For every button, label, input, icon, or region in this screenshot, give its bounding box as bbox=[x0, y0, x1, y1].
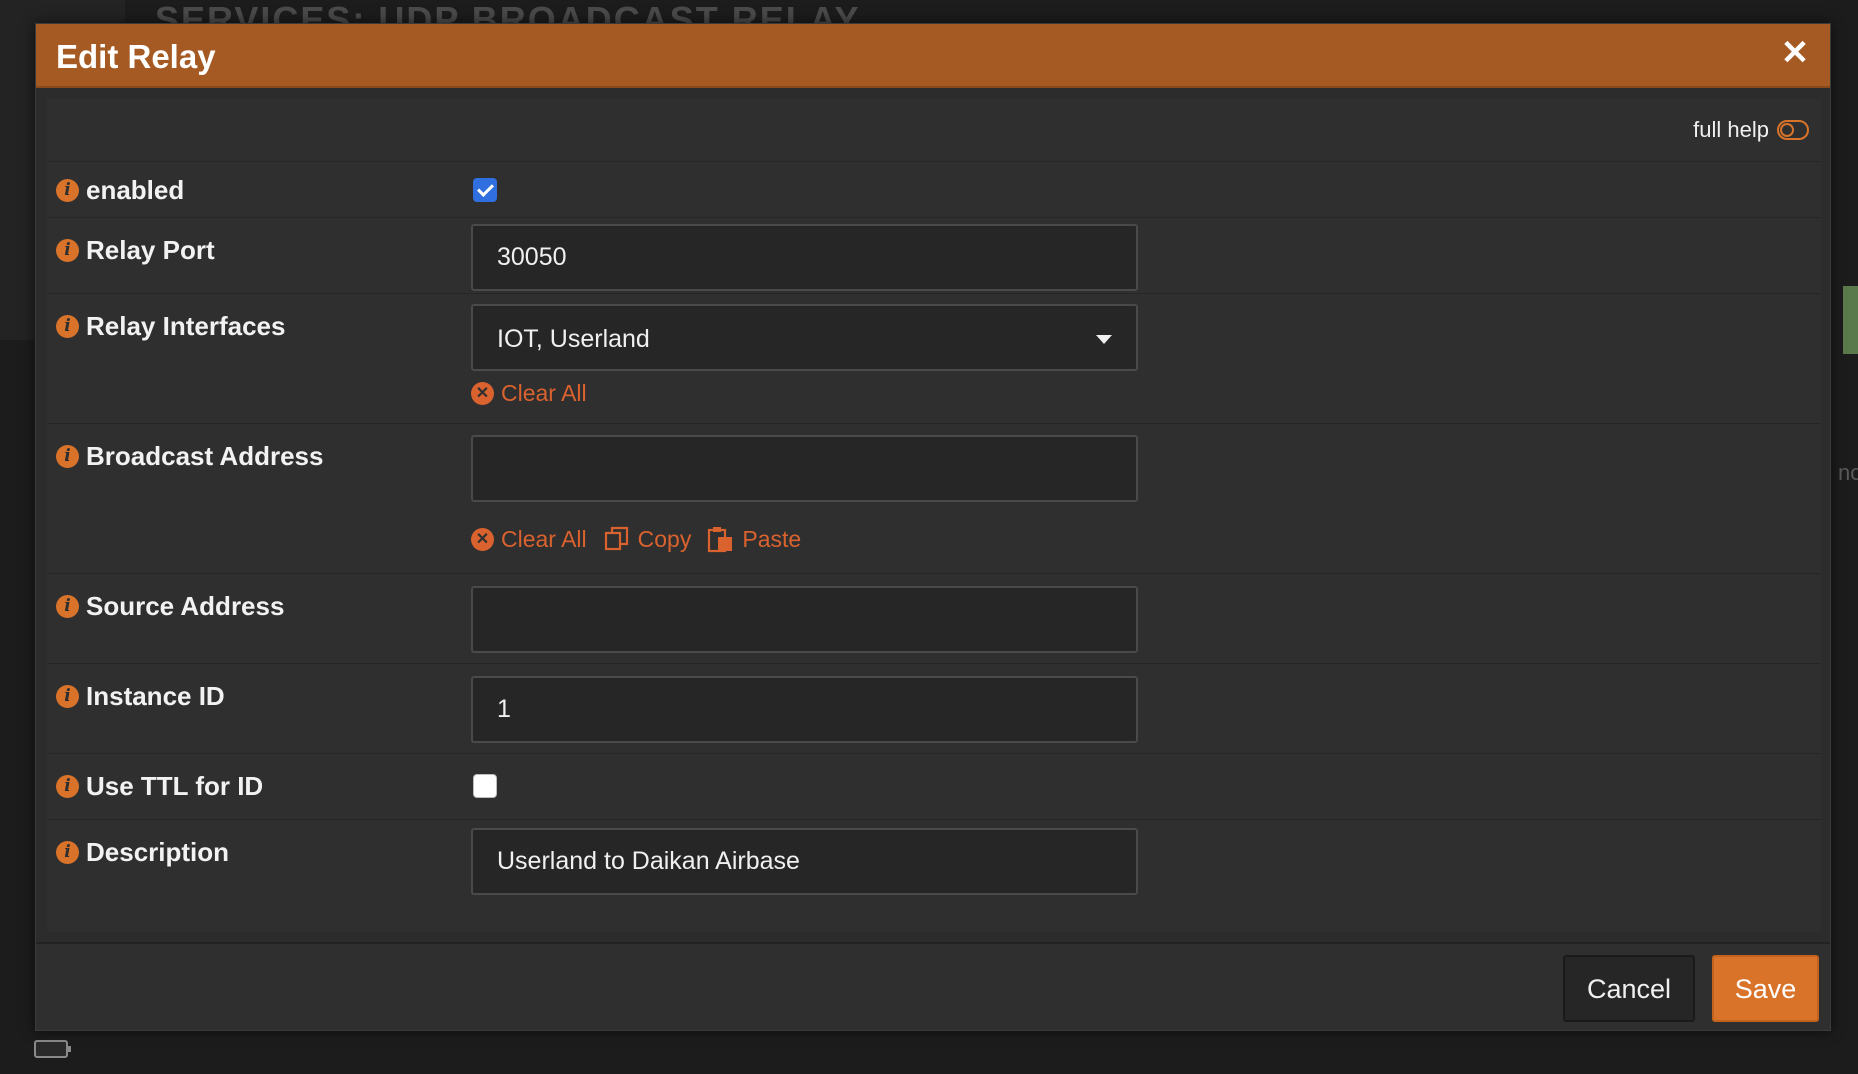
help-row: full help bbox=[47, 99, 1821, 162]
description-input[interactable] bbox=[471, 828, 1138, 895]
broadcast-address-actions: ✕ Clear All Copy Paste bbox=[471, 525, 801, 553]
field-label-group: i Relay Port bbox=[56, 235, 215, 265]
use-ttl-checkbox[interactable] bbox=[473, 774, 497, 798]
field-row-use-ttl: i Use TTL for ID bbox=[47, 754, 1821, 820]
paste-icon bbox=[708, 527, 733, 553]
broadcast-clear-all[interactable]: ✕ Clear All bbox=[471, 526, 587, 553]
broadcast-address-input[interactable] bbox=[471, 435, 1138, 502]
edit-relay-dialog: Edit Relay ✕ full help i enabled i Relay… bbox=[35, 23, 1831, 1031]
background-side-text: no bbox=[1838, 460, 1858, 485]
battery-icon bbox=[34, 1040, 71, 1058]
instance-id-input[interactable] bbox=[471, 676, 1138, 743]
toggle-icon[interactable] bbox=[1777, 120, 1809, 140]
full-help-toggle[interactable]: full help bbox=[1693, 117, 1809, 143]
info-icon[interactable]: i bbox=[56, 444, 79, 468]
field-label-group: i Source Address bbox=[56, 591, 284, 621]
field-row-relay-interfaces: i Relay Interfaces IOT, Userland ✕ Clear… bbox=[47, 294, 1821, 424]
relay-interfaces-select[interactable]: IOT, Userland bbox=[471, 304, 1138, 371]
relay-interfaces-clear-all[interactable]: ✕ Clear All bbox=[471, 380, 587, 407]
cancel-button[interactable]: Cancel bbox=[1563, 955, 1695, 1022]
field-label-group: i Broadcast Address bbox=[56, 441, 323, 471]
broadcast-address-label: Broadcast Address bbox=[86, 441, 324, 471]
source-address-input[interactable] bbox=[471, 586, 1138, 653]
field-label-group: i Relay Interfaces bbox=[56, 311, 285, 341]
chevron-down-icon bbox=[1096, 335, 1112, 344]
info-icon[interactable]: i bbox=[56, 840, 79, 864]
field-row-instance-id: i Instance ID bbox=[47, 664, 1821, 754]
close-icon[interactable]: ✕ bbox=[1778, 36, 1812, 70]
info-icon[interactable]: i bbox=[56, 684, 79, 708]
relay-port-label: Relay Port bbox=[86, 235, 215, 265]
source-address-label: Source Address bbox=[86, 591, 285, 621]
dialog-body: full help i enabled i Relay Port i Rela bbox=[47, 99, 1821, 932]
field-row-broadcast-address: i Broadcast Address ✕ Clear All Copy Pas… bbox=[47, 424, 1821, 574]
enabled-checkbox[interactable] bbox=[473, 178, 497, 202]
broadcast-copy[interactable]: Copy bbox=[603, 525, 692, 553]
relay-port-input[interactable] bbox=[471, 224, 1138, 291]
field-label-group: i Use TTL for ID bbox=[56, 771, 263, 801]
instance-id-label: Instance ID bbox=[86, 681, 225, 711]
paste-label: Paste bbox=[742, 525, 802, 552]
broadcast-paste[interactable]: Paste bbox=[707, 525, 801, 553]
field-row-source-address: i Source Address bbox=[47, 574, 1821, 664]
dialog-title: Edit Relay bbox=[56, 38, 216, 75]
field-label-group: i enabled bbox=[56, 175, 184, 205]
copy-label: Copy bbox=[637, 525, 692, 552]
dialog-footer: Cancel Save bbox=[36, 942, 1830, 1030]
dialog-header: Edit Relay ✕ bbox=[36, 24, 1830, 88]
clear-all-label: Clear All bbox=[501, 380, 587, 406]
use-ttl-label: Use TTL for ID bbox=[86, 771, 264, 801]
info-icon[interactable]: i bbox=[56, 314, 79, 338]
field-row-description: i Description bbox=[47, 820, 1821, 932]
copy-icon bbox=[604, 526, 628, 551]
clear-all-icon: ✕ bbox=[471, 382, 494, 405]
description-label: Description bbox=[86, 837, 230, 867]
relay-interfaces-label: Relay Interfaces bbox=[86, 311, 286, 341]
info-icon[interactable]: i bbox=[56, 178, 79, 202]
clear-all-icon: ✕ bbox=[471, 527, 494, 551]
background-accent-bar bbox=[1843, 286, 1858, 354]
relay-interfaces-actions: ✕ Clear All bbox=[471, 380, 587, 407]
info-icon[interactable]: i bbox=[56, 774, 79, 798]
relay-interfaces-value: IOT, Userland bbox=[497, 325, 650, 353]
full-help-label: full help bbox=[1693, 117, 1769, 142]
field-row-enabled: i enabled bbox=[47, 162, 1821, 218]
field-label-group: i Description bbox=[56, 837, 229, 867]
field-row-relay-port: i Relay Port bbox=[47, 218, 1821, 294]
field-label-group: i Instance ID bbox=[56, 681, 225, 711]
clear-all-label: Clear All bbox=[501, 525, 587, 552]
enabled-label: enabled bbox=[86, 175, 185, 205]
info-icon[interactable]: i bbox=[56, 238, 79, 262]
save-button[interactable]: Save bbox=[1712, 955, 1819, 1022]
info-icon[interactable]: i bbox=[56, 594, 79, 618]
